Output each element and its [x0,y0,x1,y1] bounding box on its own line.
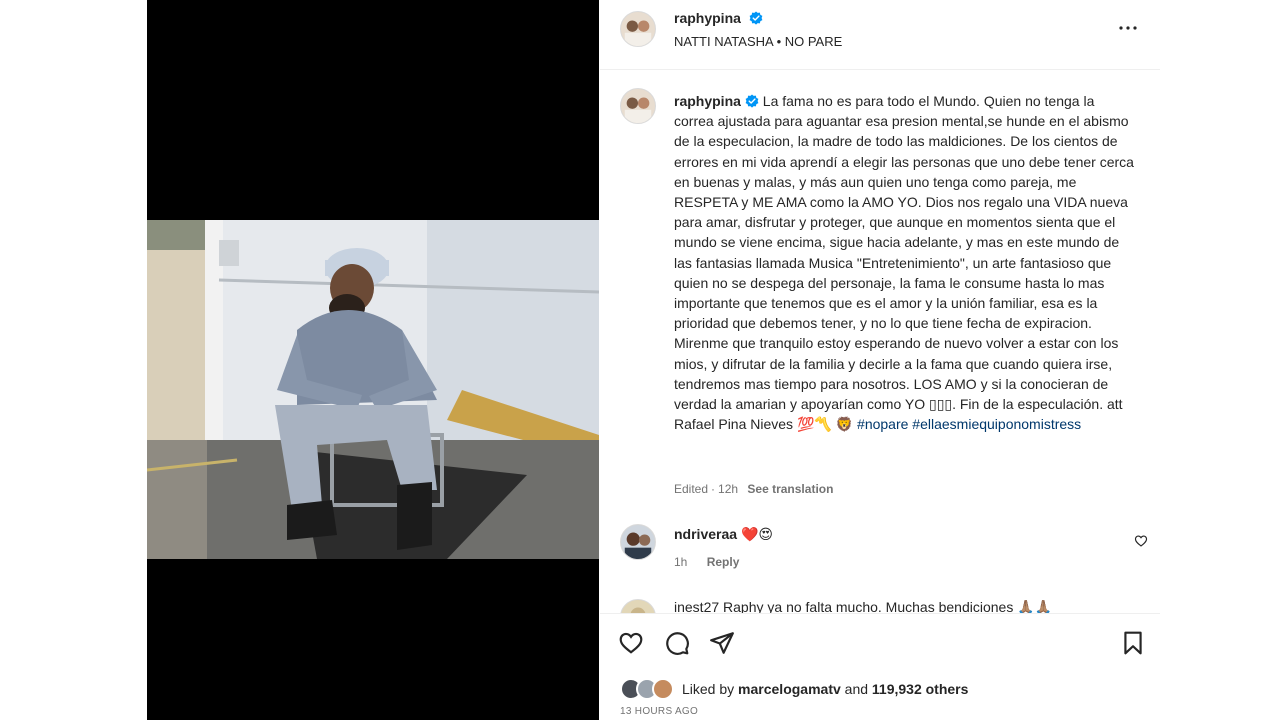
caption-hashtags[interactable]: #nopare #ellaesmiequiponomistress [857,416,1081,432]
comment-like-icon[interactable] [1134,534,1148,548]
author-name-row: raphypina [674,10,763,28]
post-caption: raphypina La fama no es para todo el Mun… [674,91,1134,434]
bookmark-icon[interactable] [1120,630,1146,656]
post-time[interactable]: 13 HOURS AGO [620,706,698,717]
reply-button[interactable]: Reply [707,555,740,569]
post-actions: Liked by marcelogamatv and 119,932 other… [600,613,1160,720]
post-media-panel[interactable] [147,0,599,720]
caption-body: La fama no es para todo el Mundo. Quien … [674,93,1134,433]
avatar-image [621,525,655,559]
comment-username[interactable]: ndriveraa [674,526,737,542]
comments-section[interactable]: raphypina La fama no es para todo el Mun… [600,71,1160,613]
comment-icon[interactable] [664,630,690,656]
liked-by-label: Liked by [682,681,735,697]
post-header: raphypina NATTI NATASHA • NO PARE [600,0,1160,70]
verified-badge-icon [749,11,763,25]
liked-by-user[interactable]: marcelogamatv [738,681,841,697]
caption-username[interactable]: raphypina [674,93,741,109]
author-username[interactable]: raphypina [674,10,741,26]
commenter-avatar[interactable] [620,524,656,560]
caption-age: 12h [718,482,739,496]
avatar [652,678,674,700]
comment-body: ❤️😍 [740,526,773,542]
post-details-panel: raphypina NATTI NATASHA • NO PARE raphyp… [600,0,1160,720]
audio-track[interactable]: NATTI NATASHA • NO PARE [674,34,842,49]
liked-by-avatars[interactable] [620,678,678,700]
edited-label: Edited [674,482,709,496]
comment-age: 1h [674,555,688,569]
verified-badge-icon [745,94,759,108]
share-icon[interactable] [709,630,735,656]
comment-meta: 1h Reply [674,555,739,569]
post-photo[interactable] [147,220,599,559]
commenter-avatar[interactable] [620,599,656,613]
photo-man-sitting [147,220,599,559]
avatar-image [621,12,655,46]
likes-summary[interactable]: Liked by marcelogamatv and 119,932 other… [682,681,968,697]
liked-by-and: and [844,681,869,697]
caption-meta: Edited · 12h See translation [674,482,834,496]
avatar-image [621,89,655,123]
see-translation-button[interactable]: See translation [747,482,833,496]
comment-row: ndriveraa ❤️😍 [674,526,773,543]
more-horizontal-icon[interactable] [1116,16,1140,40]
avatar-image [621,600,655,613]
caption-avatar[interactable] [620,88,656,124]
comment-row-partial: inest27 Raphy ya no falta mucho. Muchas … [674,599,1053,613]
heart-icon[interactable] [618,630,644,656]
liked-by-count[interactable]: 119,932 others [872,681,969,697]
author-avatar[interactable] [620,11,656,47]
